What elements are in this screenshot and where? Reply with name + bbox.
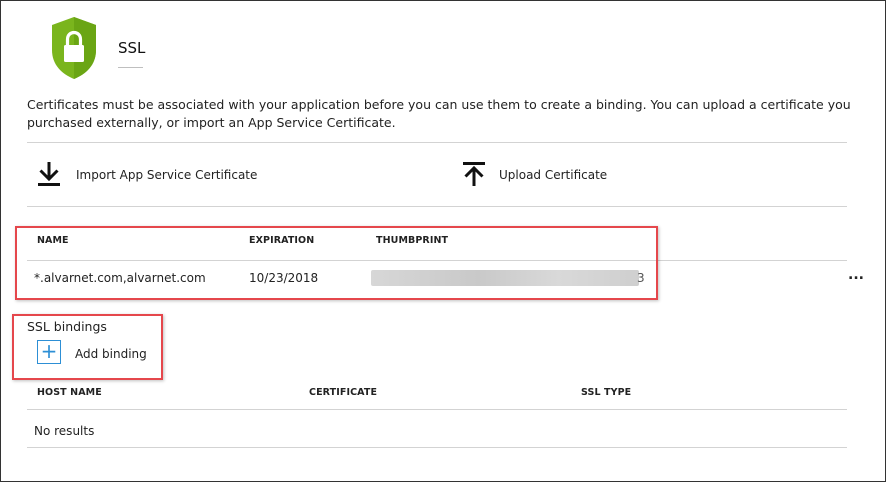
empty-state-text: No results: [34, 424, 95, 438]
table-header-divider: [27, 409, 847, 410]
upload-icon: [463, 162, 485, 186]
column-header-ssl-type[interactable]: SSL TYPE: [581, 387, 631, 398]
ssl-panel: SSL Certificates must be associated with…: [0, 0, 886, 482]
divider: [27, 142, 847, 143]
shield-lock-icon: [52, 17, 96, 79]
title-underline: [118, 67, 143, 68]
divider: [27, 447, 847, 448]
page-description: Certificates must be associated with you…: [27, 97, 851, 130]
upload-certificate-label[interactable]: Upload Certificate: [499, 168, 607, 182]
import-certificate-label[interactable]: Import App Service Certificate: [76, 168, 257, 182]
certificates-highlight-box: [15, 226, 658, 300]
divider: [27, 206, 847, 207]
download-icon: [38, 162, 60, 186]
column-header-host-name[interactable]: HOST NAME: [37, 387, 102, 398]
more-options-icon[interactable]: ...: [845, 268, 867, 287]
page-title: SSL: [118, 39, 146, 57]
bindings-highlight-box: [12, 314, 163, 380]
column-header-certificate[interactable]: CERTIFICATE: [309, 387, 377, 398]
